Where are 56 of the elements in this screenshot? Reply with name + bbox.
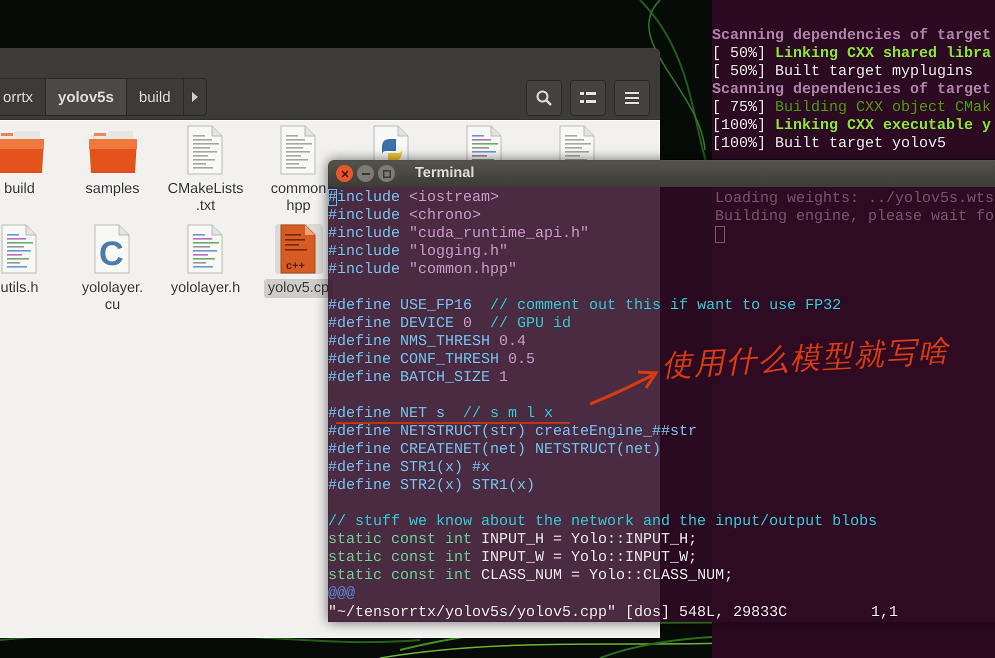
code-line: #define USE_FP16 // comment out this if want to use FP32 [328,298,842,314]
terminal-output-line: [100%] Built target yolov5 [712,135,948,153]
cursor-position: 1,1 [870,604,898,622]
code-line: #define NETSTRUCT(str) createEngine_##str [328,424,698,440]
code-line: static const int INPUT_H = Yolo::INPUT_H; [328,532,698,548]
code-line: @@@ [328,586,356,602]
code-line: #include "common.hpp" [328,262,518,278]
close-button[interactable] [336,165,353,182]
file-name[interactable]: utils.h [0,279,42,298]
close-icon [340,170,348,178]
cpp-file-icon: c++ [274,224,322,274]
code-line: static const int INPUT_W = Yolo::INPUT_W; [328,550,698,566]
path-breadcrumb[interactable]: yolov5s [46,79,127,115]
file-name[interactable]: samples [82,180,144,199]
code-line: #define CREATENET(net) NETSTRUCT(net) [328,442,662,458]
list-view-icon [580,91,596,105]
terminal-output-line: [100%] Linking CXX executable y [712,117,992,135]
view-options-button[interactable] [570,80,606,116]
terminal-output-line: [ 50%] Built target myplugins [712,63,974,81]
file-name[interactable]: CMakeLists .txt [164,180,248,216]
code-line: #define STR2(x) STR1(x) [328,478,536,494]
search-button[interactable] [526,80,562,116]
code-line: #include <chrono> [328,208,482,224]
code-line: #define NET s // s m l x [328,406,554,422]
code-line: #define STR1(x) #x [328,460,490,476]
terminal-output-line: Building engine, please wait fo [715,208,994,226]
code-line: #include "logging.h" [328,244,508,260]
code-line: #define NMS_THRESH 0.4 [328,334,526,350]
code-line: #define CONF_THRESH 0.5 [328,352,536,368]
maximize-button[interactable] [378,165,395,182]
maximize-icon [382,170,390,178]
file-name[interactable]: build [0,180,39,199]
terminal-output-line: Loading weights: ../yolov5s.wts [715,190,994,208]
code-line: #define DEVICE 0 // GPU id [328,316,572,332]
arrow-drawing [589,370,659,406]
handwritten-note: 使用什么模型就写啥 [661,333,951,385]
code-line: #include <iostream> [328,190,500,206]
minimize-button[interactable] [357,165,374,182]
caret-icon [190,91,199,103]
terminal-output-line: [ 75%] Building CXX object CMak [712,99,992,117]
code-line: // stuff we know about the network and the input/output blobs [328,514,878,530]
file-name[interactable]: yololayer. cu [78,279,148,315]
menu-button[interactable] [614,80,650,116]
code-line: #include "cuda_runtime_api.h" [328,226,590,242]
minimize-icon [362,172,370,174]
terminal-output-line: [ 50%] Linking CXX shared libra [712,45,992,63]
menu-icon [625,92,639,104]
terminal-output-line: Scanning dependencies of target [712,27,992,45]
file-name[interactable]: yololayer.h [166,279,244,298]
code-line: #define BATCH_SIZE 1 [328,370,508,386]
terminal-output-line: Scanning dependencies of target [712,81,992,99]
window-title: Terminal [415,164,474,183]
search-icon [536,90,552,106]
file-info: "~/tensorrtx/yolov5s/yolov5.cpp" [dos] 548L, 29833C [328,604,788,622]
code-line: static const int CLASS_NUM = Yolo::CLASS_NUM; [328,568,734,584]
cursor-block [715,226,725,243]
